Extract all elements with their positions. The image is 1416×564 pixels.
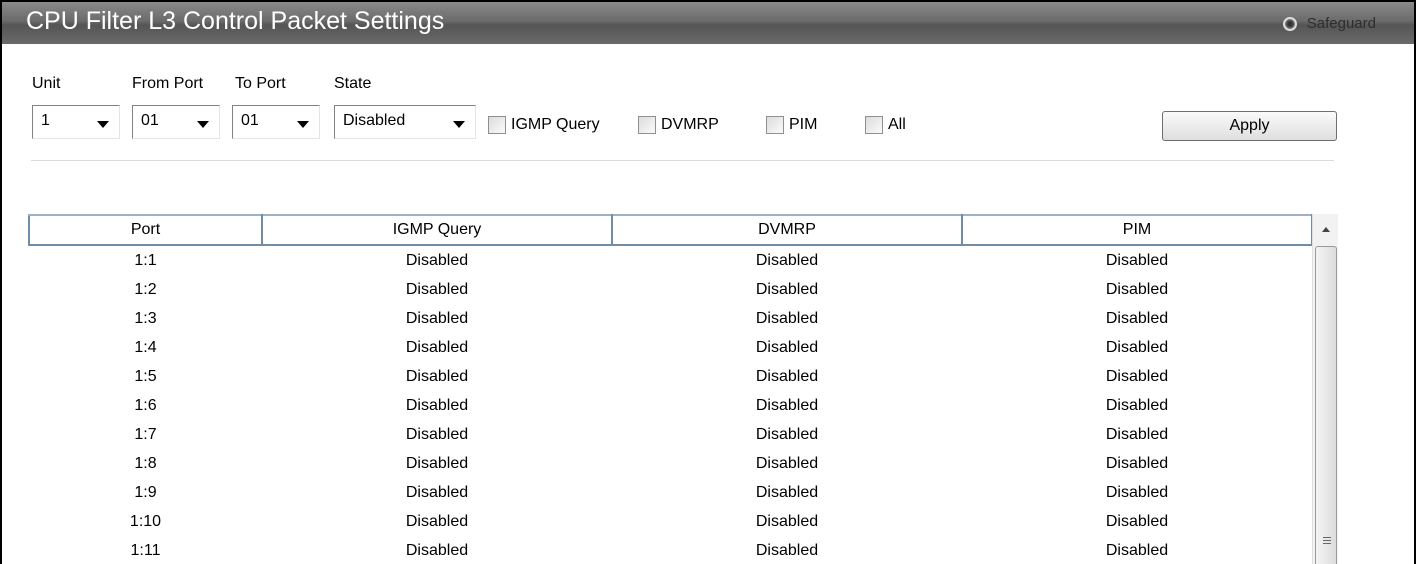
port-cell: 1:10 — [129, 513, 162, 530]
igmp-query-cell: Disabled — [405, 397, 469, 414]
table-row: 1:3 Disabled Disabled Disabled — [29, 304, 1312, 333]
unit-select[interactable]: 1 — [32, 105, 120, 139]
scrollbar-thumb[interactable] — [1315, 246, 1337, 564]
port-cell: 1:7 — [134, 426, 157, 443]
to-port-label: To Port — [235, 75, 286, 92]
table-row: 1:1 Disabled Disabled Disabled — [29, 245, 1312, 275]
dvmrp-cell: Disabled — [755, 397, 819, 414]
dvmrp-cell: Disabled — [755, 426, 819, 443]
table-row: 1:10 Disabled Disabled Disabled — [29, 507, 1312, 536]
divider — [31, 160, 1334, 161]
scroll-up-arrow-icon — [1322, 226, 1330, 232]
column-header-dvmrp: DVMRP — [611, 214, 963, 246]
chevron-down-icon — [453, 121, 465, 128]
igmp-query-cell: Disabled — [405, 513, 469, 530]
igmp-query-cell: Disabled — [405, 542, 469, 559]
dvmrp-cell: Disabled — [755, 542, 819, 559]
igmp-query-checkbox-label: IGMP Query — [511, 116, 600, 133]
all-checkbox-label: All — [888, 116, 906, 133]
igmp-query-cell: Disabled — [405, 368, 469, 385]
port-settings-table-container: Port IGMP Query DVMRP PIM 1:1 Disabled D… — [28, 214, 1338, 564]
port-cell: 1:5 — [134, 368, 157, 385]
pim-cell: Disabled — [1105, 281, 1169, 298]
pim-cell: Disabled — [1105, 542, 1169, 559]
port-cell: 1:2 — [134, 281, 157, 298]
igmp-query-cell: Disabled — [405, 252, 469, 269]
state-select-value: Disabled — [343, 112, 406, 129]
grip-icon — [1323, 537, 1331, 546]
table-row: 1:6 Disabled Disabled Disabled — [29, 391, 1312, 420]
dvmrp-checkbox[interactable] — [638, 116, 656, 134]
dvmrp-cell: Disabled — [755, 252, 819, 269]
apply-button[interactable]: Apply — [1162, 111, 1337, 141]
safeguard-label: Safeguard — [1306, 15, 1376, 32]
unit-select-value: 1 — [41, 112, 50, 129]
table-row: 1:5 Disabled Disabled Disabled — [29, 362, 1312, 391]
chevron-down-icon — [297, 121, 309, 128]
dvmrp-cell: Disabled — [755, 339, 819, 356]
from-port-select-value: 01 — [141, 112, 159, 129]
pim-cell: Disabled — [1105, 339, 1169, 356]
column-header-pim: PIM — [961, 214, 1313, 246]
igmp-query-cell: Disabled — [405, 455, 469, 472]
from-port-label: From Port — [132, 75, 204, 92]
state-select[interactable]: Disabled — [334, 105, 476, 139]
port-cell: 1:1 — [134, 252, 157, 269]
dvmrp-checkbox-label: DVMRP — [661, 116, 719, 133]
to-port-select-value: 01 — [241, 112, 259, 129]
port-cell: 1:11 — [130, 542, 161, 559]
igmp-query-cell: Disabled — [405, 310, 469, 327]
igmp-query-cell: Disabled — [405, 426, 469, 443]
unit-label: Unit — [32, 75, 61, 92]
dvmrp-cell: Disabled — [755, 455, 819, 472]
port-cell: 1:4 — [134, 339, 157, 356]
pim-cell: Disabled — [1105, 252, 1169, 269]
dvmrp-cell: Disabled — [755, 310, 819, 327]
scroll-up-button[interactable] — [1313, 214, 1339, 244]
table-header-row: Port IGMP Query DVMRP PIM — [28, 214, 1313, 246]
column-header-port: Port — [28, 214, 263, 246]
page-title: CPU Filter L3 Control Packet Settings — [26, 7, 445, 35]
dvmrp-cell: Disabled — [755, 281, 819, 298]
port-settings-table: Port IGMP Query DVMRP PIM 1:1 Disabled D… — [28, 214, 1313, 564]
igmp-query-cell: Disabled — [405, 339, 469, 356]
table-row: 1:9 Disabled Disabled Disabled — [29, 478, 1312, 507]
dvmrp-cell: Disabled — [755, 513, 819, 530]
igmp-query-checkbox[interactable] — [488, 116, 506, 134]
from-port-select[interactable]: 01 — [132, 105, 220, 139]
table-row: 1:7 Disabled Disabled Disabled — [29, 420, 1312, 449]
pim-cell: Disabled — [1105, 455, 1169, 472]
pim-checkbox[interactable] — [766, 116, 784, 134]
pim-cell: Disabled — [1105, 368, 1169, 385]
chevron-down-icon — [197, 121, 209, 128]
port-cell: 1:8 — [134, 455, 157, 472]
column-header-igmp-query: IGMP Query — [261, 214, 613, 246]
all-checkbox[interactable] — [865, 116, 883, 134]
port-cell: 1:6 — [134, 397, 157, 414]
table-row: 1:8 Disabled Disabled Disabled — [29, 449, 1312, 478]
table-row: 1:2 Disabled Disabled Disabled — [29, 275, 1312, 304]
table-scrollbar[interactable] — [1312, 214, 1338, 564]
window-frame: CPU Filter L3 Control Packet Settings Sa… — [0, 0, 1416, 564]
table-row: 1:4 Disabled Disabled Disabled — [29, 333, 1312, 362]
chevron-down-icon — [97, 121, 109, 128]
pim-checkbox-label: PIM — [789, 116, 818, 133]
pim-cell: Disabled — [1105, 513, 1169, 530]
table-row: 1:11 Disabled Disabled Disabled — [29, 536, 1312, 564]
dvmrp-cell: Disabled — [755, 484, 819, 501]
igmp-query-cell: Disabled — [405, 281, 469, 298]
to-port-select[interactable]: 01 — [232, 105, 320, 139]
port-cell: 1:3 — [134, 310, 157, 327]
pim-cell: Disabled — [1105, 397, 1169, 414]
pim-cell: Disabled — [1105, 484, 1169, 501]
safeguard-status-icon — [1282, 16, 1297, 31]
pim-cell: Disabled — [1105, 310, 1169, 327]
port-cell: 1:9 — [134, 484, 157, 501]
title-bar: CPU Filter L3 Control Packet Settings Sa… — [2, 2, 1414, 44]
pim-cell: Disabled — [1105, 426, 1169, 443]
dvmrp-cell: Disabled — [755, 368, 819, 385]
state-label: State — [334, 75, 372, 92]
igmp-query-cell: Disabled — [405, 484, 469, 501]
safeguard-indicator[interactable]: Safeguard — [1282, 15, 1376, 32]
